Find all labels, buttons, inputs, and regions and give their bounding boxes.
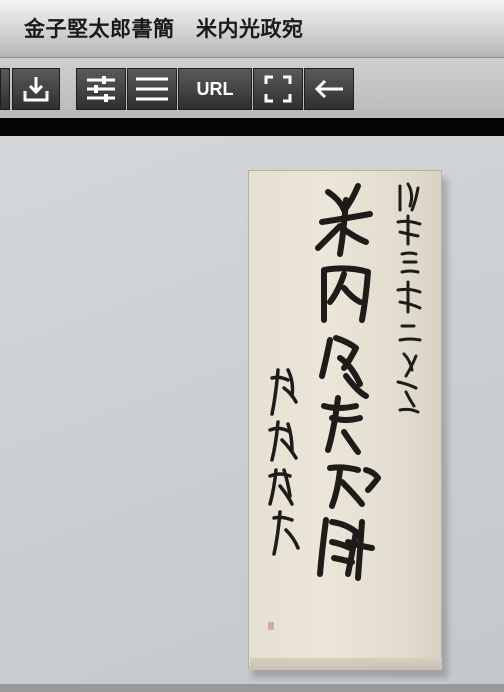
fullscreen-button[interactable] — [253, 68, 303, 110]
url-button[interactable]: URL — [178, 68, 252, 110]
envelope-calligraphy — [268, 182, 422, 630]
partial-button[interactable] — [0, 68, 10, 110]
viewer-top-bar — [0, 118, 504, 136]
title-bar: 金子堅太郎書簡 米内光政宛 — [0, 0, 504, 58]
sliders-icon — [87, 76, 115, 102]
viewer-toolbar: URL — [0, 58, 504, 118]
bottom-strip — [0, 684, 504, 692]
adjust-button[interactable] — [76, 68, 126, 110]
fullscreen-icon — [264, 75, 292, 103]
url-button-label: URL — [196, 78, 234, 99]
hamburger-icon — [136, 77, 168, 101]
back-button[interactable] — [304, 68, 354, 110]
download-icon — [23, 77, 49, 102]
download-button[interactable] — [12, 68, 60, 110]
window-title: 金子堅太郎書簡 米内光政宛 — [24, 17, 304, 41]
menu-button[interactable] — [127, 68, 177, 110]
arrow-left-icon — [314, 79, 343, 99]
